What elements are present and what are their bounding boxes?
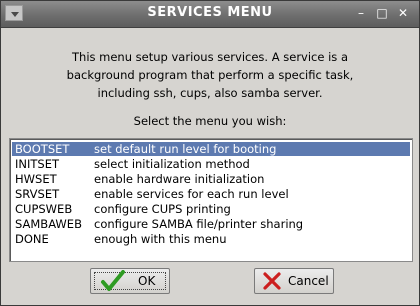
description-line: including ssh, cups, also samba server.: [97, 86, 323, 100]
minimize-icon[interactable]: –: [353, 6, 369, 21]
menu-item-bootset[interactable]: BOOTSET set default run level for bootin…: [12, 142, 410, 156]
cancel-button[interactable]: Cancel: [254, 268, 334, 294]
menu-item-cupsweb[interactable]: CUPSWEB configure CUPS printing: [12, 202, 410, 216]
menu-item-key: BOOTSET: [15, 142, 70, 156]
menu-item-key: SAMBAWEB: [15, 217, 82, 231]
menu-description: This menu setup various services. A serv…: [21, 48, 399, 102]
menu-item-initset[interactable]: INITSET select initialization method: [12, 157, 410, 171]
checkmark-icon: [101, 270, 125, 291]
x-cross-icon: [263, 272, 281, 290]
menu-item-description: enough with this menu: [94, 232, 227, 246]
title-bar[interactable]: SERVICES MENU – □ ✕: [1, 1, 419, 28]
cancel-button-label: Cancel: [288, 274, 329, 288]
menu-prompt: Select the menu you wish:: [133, 114, 287, 128]
description-line: background program that perform a specif…: [66, 68, 354, 82]
menu-item-sambaweb[interactable]: SAMBAWEB configure SAMBA file/printer sh…: [12, 217, 410, 231]
menu-item-description: enable services for each run level: [94, 187, 289, 201]
menu-item-description: set default run level for booting: [94, 142, 277, 156]
menu-item-description: configure SAMBA file/printer sharing: [94, 217, 304, 231]
services-menu-window: SERVICES MENU – □ ✕ This menu setup vari…: [0, 0, 420, 306]
menu-item-key: DONE: [15, 232, 49, 246]
menu-item-done[interactable]: DONE enough with this menu: [12, 232, 410, 246]
maximize-icon[interactable]: □: [374, 6, 390, 21]
description-line: This menu setup various services. A serv…: [72, 50, 348, 64]
menu-item-description: enable hardware initialization: [94, 172, 265, 186]
menu-item-key: HWSET: [15, 172, 57, 186]
close-icon[interactable]: ✕: [395, 6, 411, 21]
menu-item-srvset[interactable]: SRVSET enable services for each run leve…: [12, 187, 410, 201]
menu-item-description: select initialization method: [94, 157, 250, 171]
ok-button-label: OK: [138, 274, 156, 288]
menu-item-hwset[interactable]: HWSET enable hardware initialization: [12, 172, 410, 186]
menu-item-key: INITSET: [15, 157, 60, 171]
menu-list[interactable]: BOOTSET set default run level for bootin…: [9, 138, 413, 262]
menu-item-key: CUPSWEB: [15, 202, 73, 216]
menu-item-key: SRVSET: [15, 187, 60, 201]
menu-item-description: configure CUPS printing: [94, 202, 231, 216]
ok-button[interactable]: OK: [90, 268, 170, 294]
